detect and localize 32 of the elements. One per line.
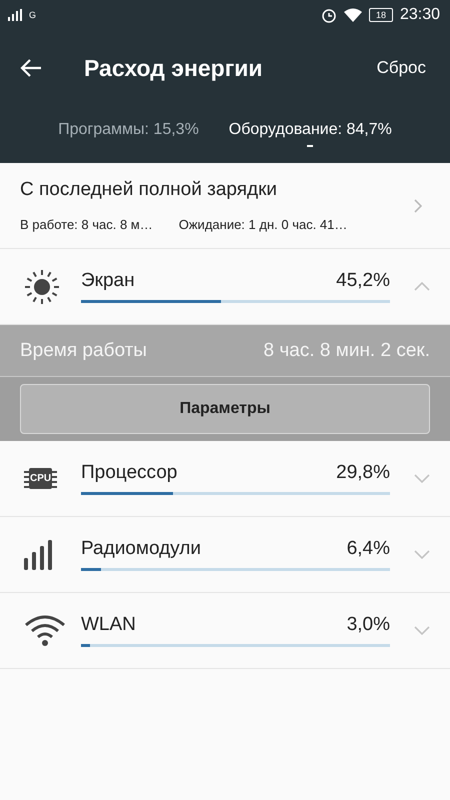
active-time: В работе: 8 час. 8 м…	[20, 217, 153, 232]
tab[interactable]: Программы: 15,3%	[58, 121, 199, 139]
wifi-icon	[344, 8, 362, 22]
signal-icon	[8, 9, 22, 21]
standby-time: Ожидание: 1 дн. 0 час. 41…	[178, 217, 348, 232]
settings-button[interactable]: Параметры	[20, 384, 430, 434]
component-name: WLAN	[81, 614, 136, 636]
chevron-up-icon[interactable]	[414, 282, 430, 291]
alarm-icon	[320, 7, 337, 23]
summary-title: С последней полной зарядки	[20, 179, 278, 201]
wifi-icon	[24, 614, 66, 646]
usage-percent: 45,2%	[336, 270, 390, 292]
usage-percent: 3,0%	[346, 614, 390, 636]
network-type: G	[29, 10, 36, 20]
chevron-down-icon[interactable]	[414, 474, 430, 483]
clock: 23:30	[400, 6, 440, 24]
component-name: Экран	[81, 270, 135, 292]
usage-percent: 6,4%	[346, 538, 390, 560]
back-arrow-icon[interactable]	[20, 59, 42, 77]
sun-icon	[24, 268, 60, 304]
component-name: Процессор	[81, 462, 178, 484]
chevron-down-icon[interactable]	[414, 550, 430, 559]
reset-button[interactable]: Сброс	[376, 58, 426, 78]
tab[interactable]: Оборудование: 84,7%	[228, 121, 392, 147]
screen-title: Расход энергии	[84, 54, 264, 82]
chevron-down-icon[interactable]	[414, 626, 430, 635]
chevron-right-icon[interactable]	[414, 198, 422, 212]
component-name: Радиомодули	[81, 538, 201, 560]
usage-percent: 29,8%	[336, 462, 390, 484]
detail-label: Время работы	[20, 340, 147, 362]
detail-value: 8 час. 8 мин. 2 сек.	[264, 340, 430, 362]
battery-level: 18	[368, 8, 393, 22]
